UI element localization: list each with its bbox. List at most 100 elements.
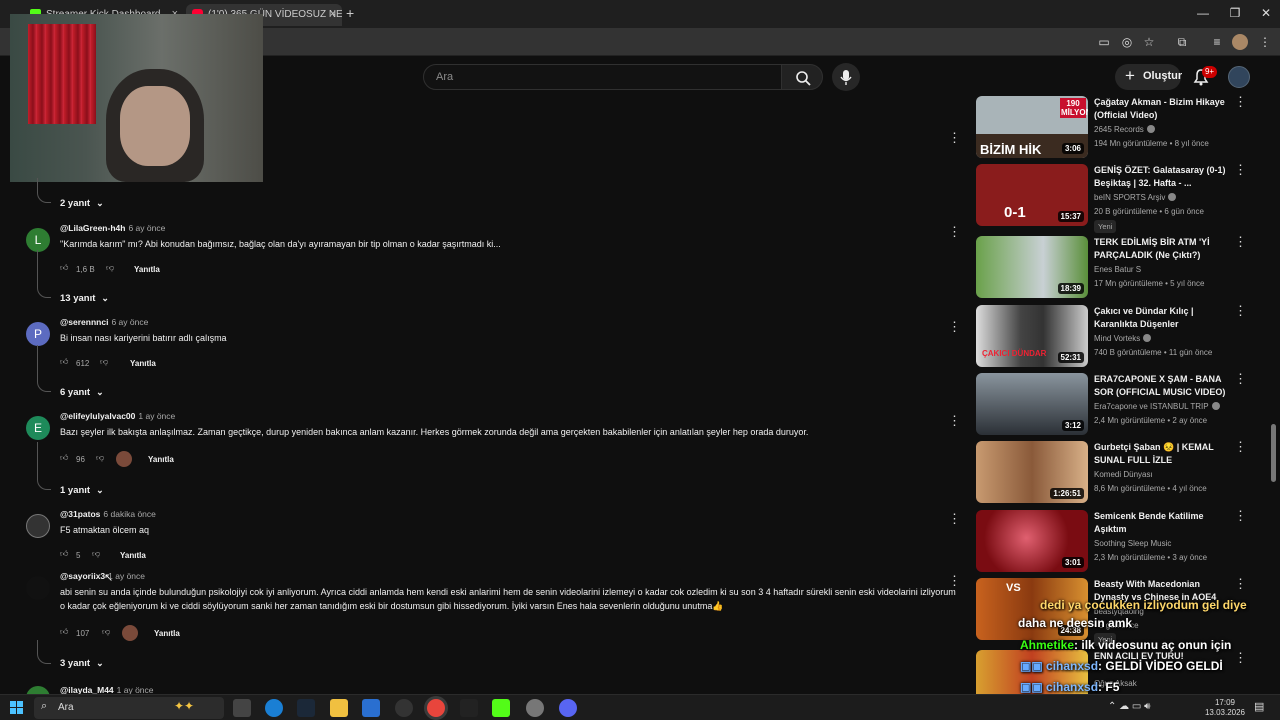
- view-replies-button[interactable]: 6 yanıt ⌄: [60, 387, 104, 398]
- video-menu-icon[interactable]: ⋮: [1234, 95, 1247, 108]
- dislike-icon[interactable]: 👎︎: [100, 357, 108, 367]
- search-button[interactable]: [781, 64, 823, 90]
- avatar[interactable]: P: [26, 322, 50, 346]
- comment-menu-icon[interactable]: ⋮: [948, 225, 961, 238]
- notification-center-icon[interactable]: ▤: [1254, 700, 1264, 713]
- view-replies-button[interactable]: 13 yanıt ⌄: [60, 293, 109, 304]
- like-icon[interactable]: 👍︎: [60, 627, 68, 637]
- bookmark-star-icon[interactable]: ☆: [1141, 34, 1157, 50]
- eye-off-icon[interactable]: ◎: [1119, 34, 1135, 50]
- comment-author[interactable]: @sayoriix3: [60, 571, 105, 581]
- video-thumbnail[interactable]: 0-1 15:37: [976, 164, 1088, 226]
- video-menu-icon[interactable]: ⋮: [1234, 235, 1247, 248]
- avatar[interactable]: [26, 514, 50, 538]
- kick-app-icon[interactable]: [492, 699, 510, 717]
- video-title[interactable]: GENİŞ ÖZET: Galatasaray (0-1) Beşiktaş |…: [1094, 164, 1226, 189]
- video-menu-icon[interactable]: ⋮: [1234, 440, 1247, 453]
- video-title[interactable]: Semicenk Bende Katilime Aşıktım: [1094, 510, 1226, 535]
- video-title[interactable]: Çakıcı ve Dündar Kılıç | Karanlıkta Düşe…: [1094, 305, 1226, 330]
- video-title[interactable]: TERK EDİLMİŞ BİR ATM 'Yİ PARÇALADIK (Ne …: [1094, 236, 1226, 261]
- reply-button[interactable]: Yanıtla: [148, 455, 174, 464]
- video-menu-icon[interactable]: ⋮: [1234, 509, 1247, 522]
- task-view-icon[interactable]: [233, 699, 251, 717]
- channel-name[interactable]: Enes Batur S: [1094, 265, 1141, 274]
- account-avatar[interactable]: [1228, 66, 1250, 88]
- comment-time[interactable]: 6 ay önce: [128, 223, 165, 233]
- comment-menu-icon[interactable]: ⋮: [948, 320, 961, 333]
- comment-author[interactable]: @elifeylulyalvac00: [60, 411, 135, 421]
- recommended-video[interactable]: 0-1 15:37 GENİŞ ÖZET: Galatasaray (0-1) …: [976, 163, 1256, 233]
- channel-name[interactable]: Mind Vorteks: [1094, 334, 1140, 343]
- video-title[interactable]: Çağatay Akman - Bizim Hikaye (Official V…: [1094, 96, 1226, 121]
- tab-close-icon[interactable]: ×: [330, 8, 336, 20]
- obs-icon[interactable]: [395, 699, 413, 717]
- store-icon[interactable]: [362, 699, 380, 717]
- comment-author[interactable]: @31patos: [60, 509, 100, 519]
- system-tray-icons[interactable]: ⌃ ☁ ▭ 🔊︎: [1108, 701, 1150, 712]
- window-close-button[interactable]: ✕: [1251, 6, 1280, 20]
- voice-search-button[interactable]: [832, 63, 860, 91]
- dislike-icon[interactable]: 👎︎: [102, 627, 110, 637]
- file-explorer-icon[interactable]: [330, 699, 348, 717]
- video-thumbnail[interactable]: 1:26:51: [976, 441, 1088, 503]
- epic-games-icon[interactable]: [460, 699, 478, 717]
- app-icon[interactable]: [526, 699, 544, 717]
- dislike-icon[interactable]: 👎︎: [96, 453, 104, 463]
- channel-name[interactable]: beIN SPORTS Arşiv: [1094, 193, 1165, 202]
- browser-menu-icon[interactable]: ⋮: [1257, 34, 1273, 50]
- video-menu-icon[interactable]: ⋮: [1234, 304, 1247, 317]
- video-thumbnail[interactable]: BİZİM HİK 190 MİLYON 3:06: [976, 96, 1088, 158]
- avatar[interactable]: E: [26, 416, 50, 440]
- scrollbar-thumb[interactable]: [1271, 424, 1276, 482]
- like-icon[interactable]: 👍︎: [60, 549, 68, 559]
- recommended-video[interactable]: 3:01 Semicenk Bende Katilime Aşıktım Soo…: [976, 509, 1256, 574]
- avatar[interactable]: L: [26, 228, 50, 252]
- video-menu-icon[interactable]: ⋮: [1234, 577, 1247, 590]
- system-clock[interactable]: 17:09 13.03.2026: [1200, 698, 1250, 718]
- comment-time[interactable]: 6 dakika önce: [103, 509, 155, 519]
- view-replies-button[interactable]: 3 yanıt ⌄: [60, 658, 104, 669]
- video-thumbnail[interactable]: 18:39: [976, 236, 1088, 298]
- new-tab-button[interactable]: +: [346, 5, 354, 21]
- edge-icon[interactable]: [265, 699, 283, 717]
- reply-button[interactable]: Yanıtla: [134, 265, 160, 274]
- extensions-icon[interactable]: ⧉: [1174, 34, 1190, 50]
- comment-author[interactable]: @LilaGreen-h4h: [60, 223, 125, 233]
- channel-name[interactable]: Komedi Dünyası: [1094, 470, 1153, 479]
- like-icon[interactable]: 👍︎: [60, 453, 68, 463]
- comment-author[interactable]: @serennnci: [60, 317, 108, 327]
- cast-icon[interactable]: ▭: [1096, 34, 1112, 50]
- reply-button[interactable]: Yanıtla: [154, 629, 180, 638]
- discord-icon[interactable]: [559, 699, 577, 717]
- recommended-video[interactable]: 1:26:51 Gurbetçi Şaban 😣 | KEMAL SUNAL F…: [976, 440, 1256, 505]
- channel-name[interactable]: Era7capone ve ISTANBUL TRIP: [1094, 402, 1209, 411]
- view-replies-button[interactable]: 2 yanıt ⌄: [60, 198, 104, 209]
- taskbar-search[interactable]: ⌕ Ara ✦✦: [34, 697, 224, 719]
- video-title[interactable]: ERA7CAPONE X ŞAM - BANA SOR (OFFICIAL MU…: [1094, 373, 1226, 398]
- comment-time[interactable]: 1 ay önce: [138, 411, 175, 421]
- comment-menu-icon[interactable]: ⋮: [948, 414, 961, 427]
- windows-start-icon[interactable]: [10, 701, 24, 715]
- video-menu-icon[interactable]: ⋮: [1234, 651, 1247, 664]
- recommended-video[interactable]: 3:12 ERA7CAPONE X ŞAM - BANA SOR (OFFICI…: [976, 372, 1256, 437]
- search-input[interactable]: Ara: [423, 64, 782, 90]
- create-button[interactable]: + Oluştur: [1115, 64, 1182, 90]
- chrome-icon[interactable]: [427, 699, 445, 717]
- comment-time[interactable]: 6 ay önce: [111, 317, 148, 327]
- media-icon[interactable]: ≡: [1209, 34, 1225, 50]
- recommended-video[interactable]: ÇAKICI DÜNDAR 52:31 Çakıcı ve Dündar Kıl…: [976, 304, 1256, 369]
- reply-button[interactable]: Yanıtla: [130, 359, 156, 368]
- comment-menu-icon[interactable]: ⋮: [948, 131, 961, 144]
- recommended-video[interactable]: BİZİM HİK 190 MİLYON 3:06 Çağatay Akman …: [976, 95, 1256, 160]
- avatar[interactable]: [26, 576, 50, 600]
- like-icon[interactable]: 👍︎: [60, 357, 68, 367]
- profile-avatar[interactable]: [1232, 34, 1248, 50]
- maximize-button[interactable]: ❐: [1220, 6, 1250, 20]
- comment-menu-icon[interactable]: ⋮: [948, 574, 961, 587]
- dislike-icon[interactable]: 👎︎: [92, 549, 100, 559]
- comment-time[interactable]: 1 ay önce: [108, 571, 145, 581]
- video-menu-icon[interactable]: ⋮: [1234, 163, 1247, 176]
- steam-icon[interactable]: [297, 699, 315, 717]
- video-thumbnail[interactable]: 3:12: [976, 373, 1088, 435]
- video-thumbnail[interactable]: 3:01: [976, 510, 1088, 572]
